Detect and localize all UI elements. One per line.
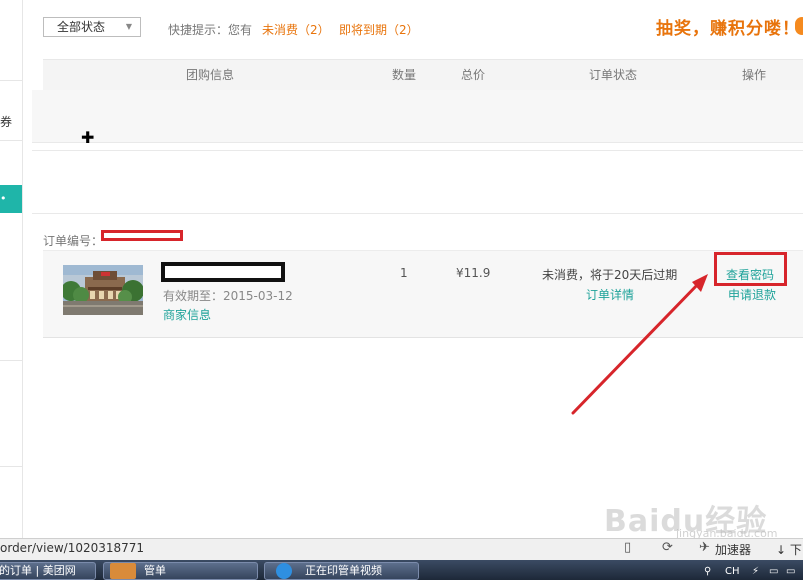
- chevron-down-icon: ▼: [125, 22, 132, 31]
- tray-icon[interactable]: ⚡: [752, 566, 759, 577]
- tray-icon[interactable]: ▭: [786, 566, 795, 577]
- sidebar-active-glyph: •: [0, 192, 7, 205]
- download-arrow-icon: ↓: [776, 543, 787, 557]
- header-actions: 操作: [742, 68, 767, 82]
- valid-until-date: 有效期至：2015-03-12: [163, 289, 293, 303]
- order-status-text: 未消费，将于20天后过期: [542, 268, 678, 282]
- order-detail-link[interactable]: 订单详情: [586, 286, 634, 303]
- tray-icon[interactable]: ⚲: [704, 566, 711, 577]
- mouse-cursor-icon: ✚: [81, 128, 95, 147]
- header-quantity: 数量: [392, 68, 417, 82]
- taskbar-item-meituan[interactable]: 的订单 | 美团网: [0, 562, 96, 580]
- lottery-promo-banner[interactable]: 抽奖，赚积分喽！: [656, 14, 800, 39]
- refresh-icon[interactable]: ⟳: [662, 540, 673, 555]
- table-row: [43, 250, 803, 338]
- browser-page: 券 • 全部状态 ▼ 快捷提示：您有 未消费（2） 即将到期（2） 抽奖，赚积分…: [0, 0, 803, 580]
- view-password-link[interactable]: 查看密码: [726, 266, 774, 283]
- unused-filter-link[interactable]: 未消费（2）: [262, 21, 330, 38]
- tray-icon[interactable]: ▭: [769, 566, 778, 577]
- accelerator-button[interactable]: 加速器: [715, 541, 751, 558]
- sidebar-divider: [0, 140, 22, 141]
- order-quantity: 1: [400, 266, 408, 280]
- sidebar-divider: [0, 360, 22, 361]
- order-total-price: ¥11.9: [456, 266, 491, 280]
- restaurant-photo-icon: [63, 265, 143, 315]
- download-label: 下: [789, 543, 802, 557]
- phone-icon[interactable]: ▯: [624, 540, 631, 555]
- download-button[interactable]: ↓ 下: [776, 541, 802, 558]
- header-deal-info: 团购信息: [186, 68, 235, 82]
- sidebar-item-coupon[interactable]: 券: [0, 113, 12, 130]
- status-url: order/view/1020318771: [0, 541, 145, 555]
- sidebar-divider: [0, 466, 22, 467]
- empty-row: [32, 90, 803, 143]
- deal-thumbnail[interactable]: [63, 265, 143, 315]
- app-thumbnail-icon: [110, 563, 136, 579]
- promo-badge-icon: [795, 17, 803, 35]
- redacted-order-number: [101, 230, 183, 241]
- table-header: [43, 59, 803, 90]
- redacted-deal-title: [161, 262, 285, 282]
- recorder-app-icon: [276, 563, 292, 579]
- sidebar-item-active[interactable]: •: [0, 185, 22, 213]
- request-refund-link[interactable]: 申请退款: [728, 286, 776, 303]
- empty-row: [32, 150, 803, 214]
- merchant-info-link[interactable]: 商家信息: [163, 306, 211, 323]
- expiring-filter-link[interactable]: 即将到期（2）: [339, 21, 419, 38]
- status-select-value: 全部状态: [57, 20, 106, 34]
- status-select[interactable]: 全部状态 ▼: [43, 17, 141, 37]
- accelerator-icon[interactable]: ✈: [699, 540, 710, 555]
- sidebar-divider: [0, 80, 22, 81]
- header-total-price: 总价: [461, 68, 486, 82]
- order-number-label: 订单编号：: [43, 234, 104, 248]
- quick-tips-label: 快捷提示：您有: [168, 23, 253, 37]
- input-language-indicator[interactable]: CH: [725, 566, 740, 577]
- header-order-status: 订单状态: [589, 68, 638, 82]
